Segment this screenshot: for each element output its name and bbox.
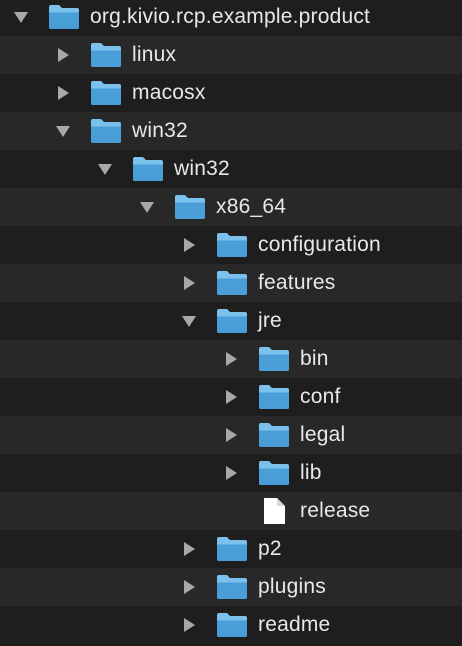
disclosure-expanded-icon[interactable]: [96, 160, 114, 178]
disclosure-collapsed-icon[interactable]: [54, 46, 72, 64]
folder-icon: [90, 80, 122, 106]
tree-item-label: linux: [132, 43, 177, 66]
disclosure-collapsed-icon[interactable]: [222, 350, 240, 368]
tree-row-file[interactable]: release: [0, 492, 462, 530]
tree-item-label: configuration: [258, 233, 381, 256]
folder-icon: [216, 574, 248, 600]
tree-item-label: release: [300, 499, 371, 522]
tree-item-label: jre: [258, 309, 282, 332]
tree-row-folder[interactable]: bin: [0, 340, 462, 378]
tree-item-label: bin: [300, 347, 329, 370]
tree-item-label: legal: [300, 423, 346, 446]
tree-row-folder[interactable]: plugins: [0, 568, 462, 606]
folder-icon: [132, 156, 164, 182]
disclosure-collapsed-icon[interactable]: [180, 236, 198, 254]
file-icon: [258, 498, 290, 524]
folder-icon: [48, 4, 80, 30]
tree-item-label: lib: [300, 461, 322, 484]
folder-icon: [216, 612, 248, 638]
folder-icon: [216, 308, 248, 334]
tree-row-folder[interactable]: macosx: [0, 74, 462, 112]
tree-row-folder[interactable]: x86_64: [0, 188, 462, 226]
tree-row-folder[interactable]: linux: [0, 36, 462, 74]
tree-row-folder[interactable]: win32: [0, 150, 462, 188]
disclosure-collapsed-icon[interactable]: [222, 426, 240, 444]
disclosure-expanded-icon[interactable]: [180, 312, 198, 330]
folder-icon: [216, 270, 248, 296]
disclosure-expanded-icon[interactable]: [12, 8, 30, 26]
tree-row-folder[interactable]: lib: [0, 454, 462, 492]
disclosure-collapsed-icon[interactable]: [180, 616, 198, 634]
tree-item-label: conf: [300, 385, 341, 408]
tree-row-folder[interactable]: jre: [0, 302, 462, 340]
folder-icon: [258, 384, 290, 410]
disclosure-expanded-icon[interactable]: [138, 198, 156, 216]
disclosure-collapsed-icon[interactable]: [222, 388, 240, 406]
disclosure-expanded-icon[interactable]: [54, 122, 72, 140]
tree-row-folder[interactable]: p2: [0, 530, 462, 568]
tree-item-label: x86_64: [216, 195, 287, 218]
disclosure-collapsed-icon[interactable]: [180, 274, 198, 292]
disclosure-collapsed-icon[interactable]: [54, 84, 72, 102]
folder-icon: [216, 232, 248, 258]
folder-icon: [258, 460, 290, 486]
disclosure-collapsed-icon[interactable]: [180, 578, 198, 596]
folder-icon: [258, 422, 290, 448]
tree-item-label: win32: [132, 119, 188, 142]
folder-icon: [90, 42, 122, 68]
tree-row-folder[interactable]: features: [0, 264, 462, 302]
tree-item-label: win32: [174, 157, 230, 180]
folder-icon: [216, 536, 248, 562]
disclosure-collapsed-icon[interactable]: [180, 540, 198, 558]
tree-item-label: p2: [258, 537, 282, 560]
tree-row-folder[interactable]: win32: [0, 112, 462, 150]
file-tree: org.kivio.rcp.example.product linux macosx…: [0, 0, 462, 646]
folder-icon: [90, 118, 122, 144]
folder-icon: [174, 194, 206, 220]
folder-icon: [258, 346, 290, 372]
tree-row-folder[interactable]: configuration: [0, 226, 462, 264]
tree-row-folder[interactable]: legal: [0, 416, 462, 454]
tree-row-folder[interactable]: org.kivio.rcp.example.product: [0, 0, 462, 36]
tree-row-folder[interactable]: conf: [0, 378, 462, 416]
tree-item-label: plugins: [258, 575, 326, 598]
tree-item-label: readme: [258, 613, 331, 636]
tree-item-label: macosx: [132, 81, 206, 104]
tree-item-label: features: [258, 271, 336, 294]
disclosure-collapsed-icon[interactable]: [222, 464, 240, 482]
tree-row-folder[interactable]: readme: [0, 606, 462, 644]
tree-item-label: org.kivio.rcp.example.product: [90, 5, 371, 28]
